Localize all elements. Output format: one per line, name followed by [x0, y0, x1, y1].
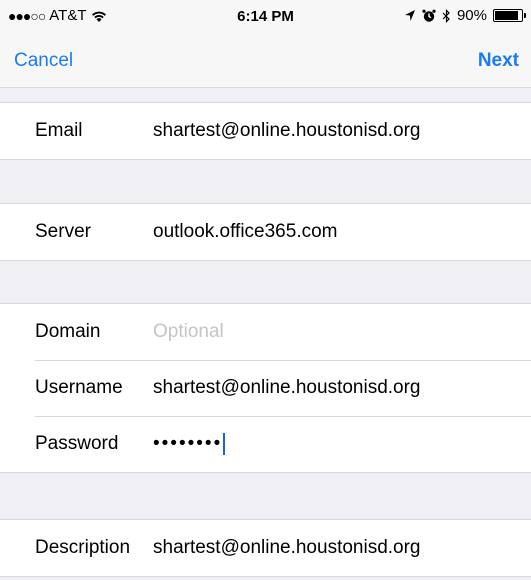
description-field[interactable]: shartest@online.houstonisd.org — [153, 537, 421, 559]
description-row[interactable]: Description shartest@online.houstonisd.o… — [0, 520, 531, 576]
credentials-group: Domain Optional Username shartest@online… — [0, 303, 531, 473]
email-group: Email shartest@online.houstonisd.org — [0, 102, 531, 160]
domain-row[interactable]: Domain Optional — [0, 304, 531, 360]
domain-label: Domain — [35, 321, 101, 342]
domain-field[interactable]: Optional — [153, 321, 224, 343]
email-row[interactable]: Email shartest@online.houstonisd.org — [0, 103, 531, 159]
alarm-clock-icon — [422, 9, 436, 22]
password-dots: •••••••• — [153, 433, 223, 454]
server-row[interactable]: Server outlook.office365.com — [0, 204, 531, 260]
email-label: Email — [35, 120, 83, 141]
server-field[interactable]: outlook.office365.com — [153, 221, 338, 243]
password-field[interactable]: •••••••• — [153, 432, 226, 455]
battery-icon — [493, 9, 526, 22]
description-group: Description shartest@online.houstonisd.o… — [0, 519, 531, 577]
battery-nub — [524, 13, 526, 18]
server-group: Server outlook.office365.com — [0, 203, 531, 261]
battery-percent: 90% — [456, 7, 487, 24]
location-arrow-icon — [404, 10, 415, 21]
battery-fill — [495, 11, 518, 20]
cancel-button[interactable]: Cancel — [14, 50, 73, 72]
description-label: Description — [35, 537, 131, 558]
next-button[interactable]: Next — [478, 50, 519, 72]
status-right: 90% — [404, 7, 526, 24]
password-label: Password — [35, 433, 119, 454]
bluetooth-icon — [442, 8, 450, 23]
username-field[interactable]: shartest@online.houstonisd.org — [153, 377, 421, 399]
username-label: Username — [35, 377, 123, 398]
status-bar: ●●●○○ AT&T 6:14 PM 90% — [0, 0, 531, 34]
server-label: Server — [35, 221, 91, 242]
username-row[interactable]: Username shartest@online.houstonisd.org — [0, 360, 531, 416]
password-row[interactable]: Password •••••••• — [0, 416, 531, 472]
email-field[interactable]: shartest@online.houstonisd.org — [153, 120, 421, 142]
navigation-bar: Cancel Next — [0, 34, 531, 88]
text-cursor — [223, 432, 226, 455]
